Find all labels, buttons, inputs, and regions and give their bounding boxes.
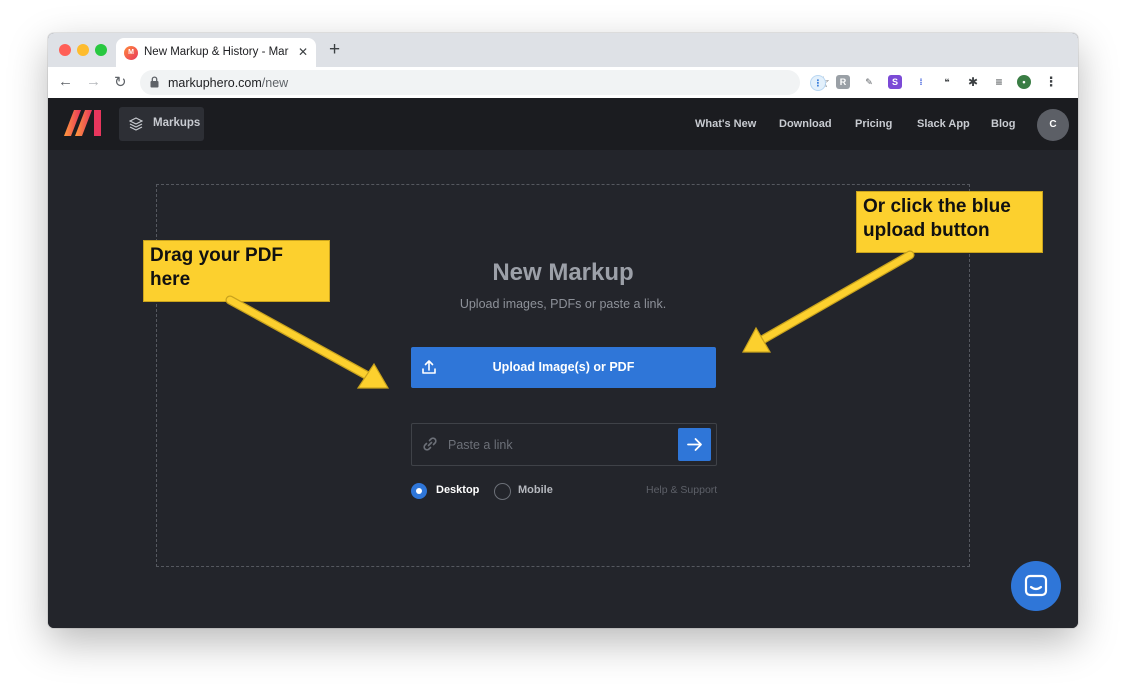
extension-eyedropper-icon[interactable]: ✎ [862,75,876,89]
window-zoom-button[interactable] [95,44,107,56]
extension-quote-icon[interactable]: ❝ [940,75,954,89]
link-icon [423,437,437,451]
reload-icon[interactable]: ↻ [114,73,127,91]
mobile-radio[interactable] [494,483,511,500]
layers-icon [129,117,143,131]
window-close-button[interactable] [59,44,71,56]
markup-hero-favicon-icon: M [124,46,138,60]
paste-link-box [411,423,717,466]
url-text: markuphero.com/new [168,76,288,90]
browser-toolbar: ← → ↻ markuphero.com/new ☆ ⋮ R ✎ S ⁞ ❝ ✱… [48,67,1078,99]
upload-button-label: Upload Image(s) or PDF [492,360,635,374]
upload-button[interactable]: Upload Image(s) or PDF [411,347,716,388]
mobile-radio-label[interactable]: Mobile [518,484,553,496]
chat-launcher-button[interactable] [1011,561,1061,611]
address-bar[interactable]: markuphero.com/new ☆ [140,70,830,95]
chat-icon [1024,574,1048,597]
nav-download[interactable]: Download [779,118,832,130]
browser-menu-icon[interactable]: ⋮ [1044,75,1058,89]
profile-avatar-icon[interactable]: • [1017,75,1031,89]
lock-icon [150,76,159,88]
extension-grid-icon[interactable]: ⋮ [810,75,826,91]
nav-pricing[interactable]: Pricing [855,118,892,130]
callout-click-upload: Or click the blue upload button [856,191,1043,253]
extension-r-icon[interactable]: R [836,75,850,89]
user-avatar[interactable]: C [1037,109,1069,141]
arrow-right-icon [687,438,702,451]
tab-close-icon[interactable]: ✕ [298,45,308,59]
paste-link-input[interactable] [446,433,670,457]
extension-s-icon[interactable]: S [888,75,902,89]
help-support-link[interactable]: Help & Support [646,484,717,496]
markups-button[interactable]: Markups [119,107,204,141]
forward-arrow-icon[interactable]: → [86,73,101,90]
markup-hero-logo[interactable] [64,110,104,136]
nav-whats-new[interactable]: What's New [695,118,756,130]
desktop-radio[interactable] [411,483,427,499]
url-host: markuphero.com [168,76,262,90]
browser-window: M New Markup & History - Marku ✕ + ← → ↻… [48,33,1078,628]
markups-label: Markups [153,117,201,129]
window-minimize-button[interactable] [77,44,89,56]
back-arrow-icon[interactable]: ← [58,73,73,90]
desktop-radio-label[interactable]: Desktop [436,484,479,496]
submit-link-button[interactable] [678,428,711,461]
browser-tab[interactable]: M New Markup & History - Marku ✕ [116,38,316,67]
tab-strip: M New Markup & History - Marku ✕ + [48,33,1078,67]
url-path: /new [261,76,289,90]
extensions-puzzle-icon[interactable]: ✱ [966,75,980,89]
nav-slack-app[interactable]: Slack App [917,118,970,130]
nav-blog[interactable]: Blog [991,118,1015,130]
app-header: Markups What's New Download Pricing Slac… [48,98,1078,150]
callout-drag-pdf: Drag your PDF here [143,240,330,302]
extension-bars-icon[interactable]: ⁞ [914,75,928,89]
tab-title: New Markup & History - Marku [144,46,289,58]
new-tab-button[interactable]: + [329,39,340,61]
reading-list-icon[interactable]: ≡ [992,75,1006,89]
